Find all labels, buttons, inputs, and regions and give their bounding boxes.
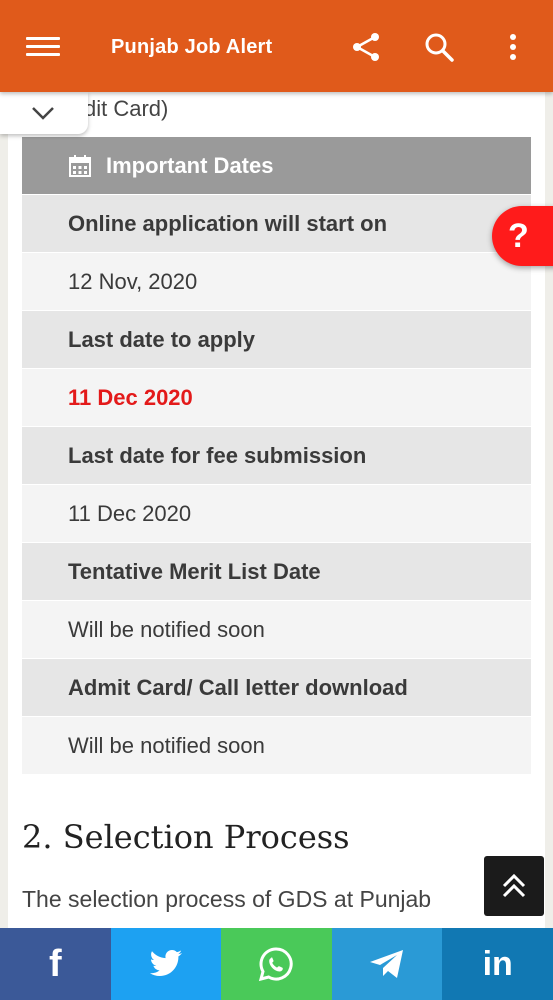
table-header: Important Dates — [22, 137, 531, 195]
table-heading: Important Dates — [106, 152, 274, 178]
table-row-value: 12 Nov, 2020 — [22, 253, 531, 311]
scroll-to-top-button[interactable] — [484, 856, 544, 916]
facebook-share-button[interactable]: f — [0, 928, 111, 1000]
table-row-label: Last date to apply — [22, 311, 531, 369]
whatsapp-share-button[interactable] — [221, 928, 332, 1000]
facebook-icon: f — [48, 942, 62, 985]
app-bar: Punjab Job Alert — [0, 0, 553, 92]
calendar-icon — [69, 154, 91, 177]
dropdown-toggle[interactable] — [0, 92, 88, 134]
app-title: Punjab Job Alert — [111, 36, 273, 58]
menu-icon[interactable] — [26, 32, 60, 62]
section-title: 2. Selection Process — [22, 818, 350, 856]
table-row-value: 11 Dec 2020 — [22, 485, 531, 543]
share-icon[interactable] — [349, 30, 383, 64]
table-row-label: Last date for fee submission — [22, 427, 531, 485]
twitter-icon — [149, 950, 182, 976]
section-paragraph: The selection process of GDS at Punjab — [22, 886, 432, 912]
search-icon[interactable] — [422, 30, 456, 64]
table-row-value-highlight: 11 Dec 2020 — [22, 369, 531, 427]
linkedin-icon: in — [482, 944, 513, 983]
help-button[interactable]: ? — [492, 206, 553, 266]
chevron-down-icon — [32, 107, 54, 120]
linkedin-share-button[interactable]: in — [442, 928, 553, 1000]
table-row-value: Will be notified soon — [22, 717, 531, 775]
important-dates-table: Important Dates Online application will … — [22, 137, 531, 775]
telegram-share-button[interactable] — [331, 928, 443, 1000]
double-chevron-up-icon — [502, 873, 526, 898]
share-bar: f in — [0, 928, 553, 1000]
more-vert-icon[interactable] — [496, 30, 530, 64]
table-row-label: Tentative Merit List Date — [22, 543, 531, 601]
whatsapp-icon — [259, 947, 294, 982]
table-row-value: Will be notified soon — [22, 601, 531, 659]
twitter-share-button[interactable] — [110, 928, 222, 1000]
telegram-icon — [370, 950, 404, 978]
table-row-label: Online application will start on — [22, 195, 531, 253]
partial-text: dit Card) — [84, 96, 169, 121]
table-row-label: Admit Card/ Call letter download — [22, 659, 531, 717]
